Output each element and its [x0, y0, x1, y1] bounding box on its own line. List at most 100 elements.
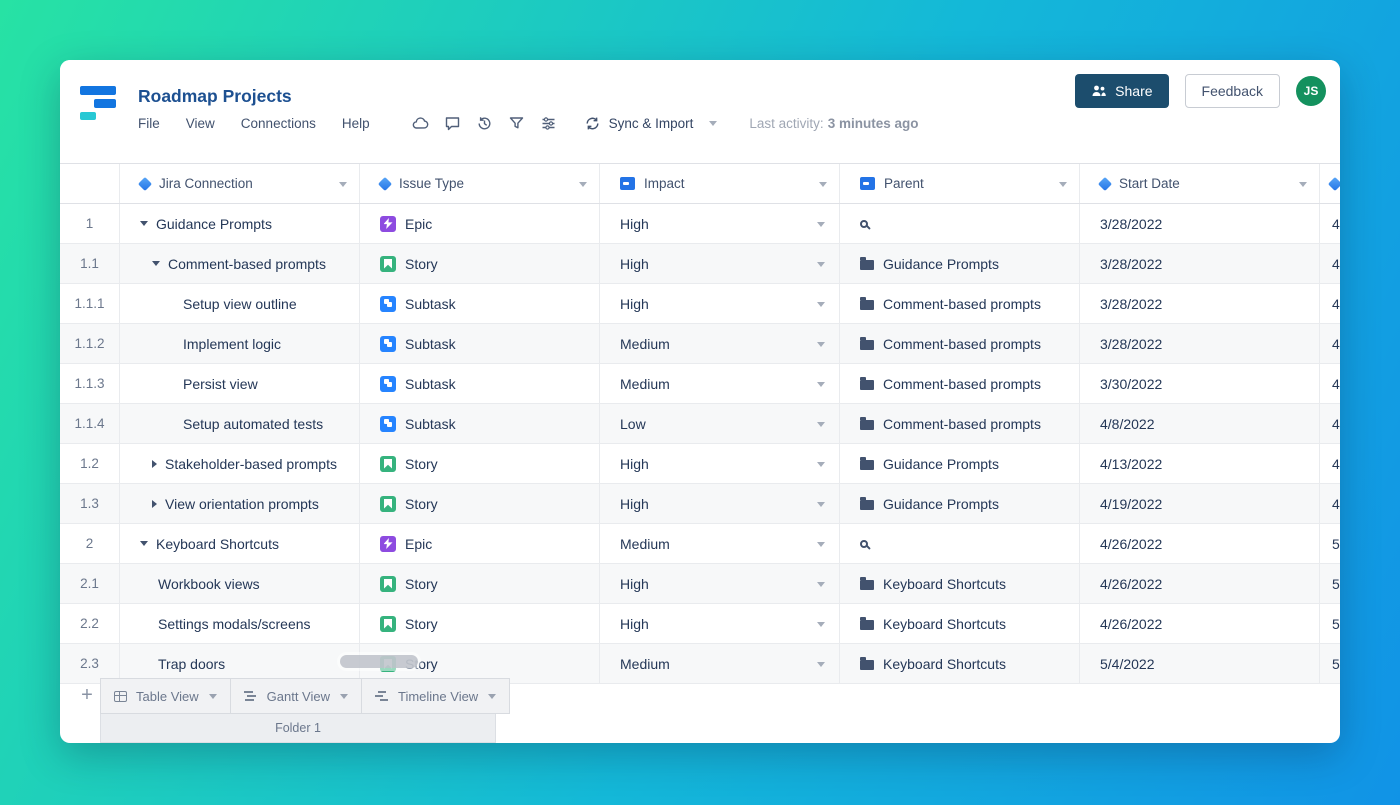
menu-connections[interactable]: Connections [241, 116, 316, 131]
row-number[interactable]: 1 [60, 204, 120, 243]
user-avatar[interactable]: JS [1296, 76, 1326, 106]
start-date-cell[interactable]: 4/13/2022 [1080, 444, 1320, 483]
issue-type-cell[interactable]: Subtask [360, 324, 600, 363]
share-button[interactable]: Share [1075, 74, 1169, 108]
chevron-down-icon[interactable] [817, 261, 825, 267]
impact-cell[interactable]: High [600, 444, 840, 483]
chevron-down-icon[interactable] [817, 661, 825, 667]
row-expand-caret-icon[interactable] [152, 459, 157, 468]
chevron-down-icon[interactable] [208, 693, 217, 699]
add-view-button[interactable]: + [74, 680, 100, 710]
parent-cell[interactable]: Guidance Prompts [840, 244, 1080, 283]
chevron-down-icon[interactable] [817, 341, 825, 347]
parent-cell[interactable]: Comment-based prompts [840, 364, 1080, 403]
row-number[interactable]: 2 [60, 524, 120, 563]
chevron-down-icon[interactable] [340, 693, 348, 699]
column-header-jira-connection[interactable]: Jira Connection [120, 164, 360, 203]
start-date-cell[interactable]: 4/8/2022 [1080, 404, 1320, 443]
chevron-down-icon[interactable] [817, 541, 825, 547]
issue-type-cell[interactable]: Story [360, 484, 600, 523]
chevron-down-icon[interactable] [817, 581, 825, 587]
column-header-parent[interactable]: Parent [840, 164, 1080, 203]
row-number[interactable]: 1.1.3 [60, 364, 120, 403]
row-expand-caret-icon[interactable] [152, 499, 157, 508]
chevron-down-icon[interactable] [1299, 181, 1307, 187]
impact-cell[interactable]: High [600, 484, 840, 523]
chevron-down-icon[interactable] [817, 421, 825, 427]
task-name-cell[interactable]: Setup automated tests [120, 404, 360, 443]
chevron-down-icon[interactable] [817, 461, 825, 467]
row-expand-caret-icon[interactable] [140, 221, 148, 226]
chevron-down-icon[interactable] [817, 221, 825, 227]
start-date-cell[interactable]: 3/28/2022 [1080, 204, 1320, 243]
menu-view[interactable]: View [186, 116, 215, 131]
start-date-cell[interactable]: 3/28/2022 [1080, 324, 1320, 363]
task-name-cell[interactable]: Comment-based prompts [120, 244, 360, 283]
parent-cell[interactable]: Guidance Prompts [840, 444, 1080, 483]
tab-table-view[interactable]: Table View [100, 678, 231, 714]
parent-cell[interactable]: Comment-based prompts [840, 284, 1080, 323]
row-number[interactable]: 2.2 [60, 604, 120, 643]
task-name-cell[interactable]: Persist view [120, 364, 360, 403]
impact-cell[interactable]: High [600, 284, 840, 323]
row-number[interactable]: 2.1 [60, 564, 120, 603]
row-number[interactable]: 1.2 [60, 444, 120, 483]
cloud-icon[interactable] [412, 115, 429, 132]
folder-strip[interactable]: Folder 1 [100, 714, 496, 743]
task-name-cell[interactable]: Settings modals/screens [120, 604, 360, 643]
search-icon[interactable] [860, 539, 868, 548]
start-date-cell[interactable]: 3/28/2022 [1080, 244, 1320, 283]
issue-type-cell[interactable]: Story [360, 444, 600, 483]
task-name-cell[interactable]: Keyboard Shortcuts [120, 524, 360, 563]
horizontal-scrollbar-thumb[interactable] [340, 655, 418, 668]
impact-cell[interactable]: Medium [600, 364, 840, 403]
menu-file[interactable]: File [138, 116, 160, 131]
impact-cell[interactable]: Medium [600, 644, 840, 683]
chevron-down-icon[interactable] [339, 181, 347, 187]
chevron-down-icon[interactable] [579, 181, 587, 187]
issue-type-cell[interactable]: Epic [360, 204, 600, 243]
row-expand-caret-icon[interactable] [152, 261, 160, 266]
row-number[interactable]: 1.3 [60, 484, 120, 523]
comment-icon[interactable] [444, 115, 461, 132]
issue-type-cell[interactable]: Epic [360, 524, 600, 563]
menu-help[interactable]: Help [342, 116, 370, 131]
chevron-down-icon[interactable] [1059, 181, 1067, 187]
issue-type-cell[interactable]: Subtask [360, 364, 600, 403]
row-number[interactable]: 1.1 [60, 244, 120, 283]
row-number[interactable]: 1.1.4 [60, 404, 120, 443]
filter-icon[interactable] [508, 115, 525, 132]
impact-cell[interactable]: Medium [600, 324, 840, 363]
app-logo-icon[interactable] [78, 82, 118, 122]
sync-import-button[interactable]: Sync & Import [584, 115, 718, 132]
parent-cell[interactable]: Guidance Prompts [840, 484, 1080, 523]
parent-cell[interactable]: Comment-based prompts [840, 404, 1080, 443]
chevron-down-icon[interactable] [817, 381, 825, 387]
issue-type-cell[interactable]: Story [360, 604, 600, 643]
task-name-cell[interactable]: Workbook views [120, 564, 360, 603]
impact-cell[interactable]: High [600, 244, 840, 283]
column-header-impact[interactable]: Impact [600, 164, 840, 203]
start-date-cell[interactable]: 4/26/2022 [1080, 524, 1320, 563]
column-header-issue-type[interactable]: Issue Type [360, 164, 600, 203]
issue-type-cell[interactable]: Subtask [360, 284, 600, 323]
impact-cell[interactable]: High [600, 204, 840, 243]
customize-fields-icon[interactable] [540, 115, 557, 132]
parent-cell[interactable]: Keyboard Shortcuts [840, 644, 1080, 683]
impact-cell[interactable]: Medium [600, 524, 840, 563]
row-expand-caret-icon[interactable] [140, 541, 148, 546]
tab-gantt-view[interactable]: Gantt View [230, 678, 362, 714]
search-icon[interactable] [860, 219, 868, 228]
start-date-cell[interactable]: 5/4/2022 [1080, 644, 1320, 683]
start-date-cell[interactable]: 3/30/2022 [1080, 364, 1320, 403]
impact-cell[interactable]: Low [600, 404, 840, 443]
history-icon[interactable] [476, 115, 493, 132]
row-number[interactable]: 1.1.2 [60, 324, 120, 363]
chevron-down-icon[interactable] [709, 120, 718, 126]
tab-timeline-view[interactable]: Timeline View [362, 678, 511, 714]
chevron-down-icon[interactable] [488, 693, 497, 699]
feedback-button[interactable]: Feedback [1184, 74, 1280, 108]
parent-cell[interactable] [840, 204, 1080, 243]
parent-cell[interactable] [840, 524, 1080, 563]
start-date-cell[interactable]: 3/28/2022 [1080, 284, 1320, 323]
